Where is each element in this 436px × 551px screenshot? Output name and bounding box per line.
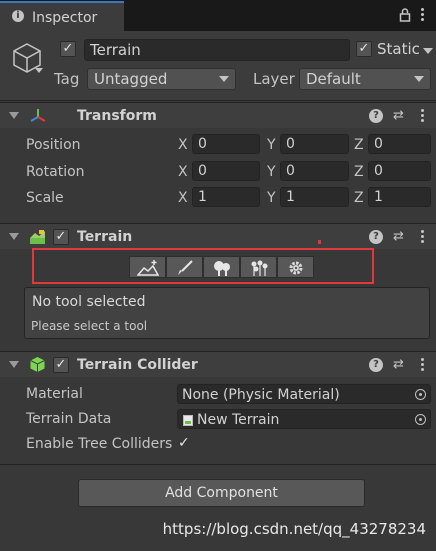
divider bbox=[0, 464, 436, 465]
presets-icon[interactable]: ⇄ bbox=[393, 230, 407, 243]
presets-icon[interactable]: ⇄ bbox=[393, 109, 407, 122]
layer-label: Layer bbox=[253, 70, 295, 88]
foldout-arrow-icon[interactable] bbox=[9, 361, 19, 368]
rotation-label: Rotation bbox=[26, 164, 85, 180]
paint-trees-icon bbox=[213, 261, 230, 276]
collider-cube-icon bbox=[30, 357, 45, 372]
terrain-data-label: Terrain Data bbox=[26, 411, 112, 427]
tab-strip: i Inspector bbox=[0, 0, 436, 31]
scale-z-field[interactable]: 1 bbox=[368, 187, 431, 207]
rotation-z-field[interactable]: 0 bbox=[368, 161, 431, 181]
rotation-y-field[interactable]: 0 bbox=[280, 161, 349, 181]
paint-details-icon bbox=[251, 260, 267, 276]
position-label: Position bbox=[26, 137, 81, 153]
paint-brush-icon bbox=[177, 260, 193, 275]
axis-z-label[interactable]: Z bbox=[354, 191, 364, 205]
axis-z-label[interactable]: Z bbox=[354, 138, 364, 152]
transform-body: Position X 0 Y 0 Z 0 Rotation X 0 Y 0 Z … bbox=[0, 128, 436, 224]
icon-dropdown-caret[interactable] bbox=[35, 68, 43, 73]
layer-value: Default bbox=[306, 70, 361, 88]
terrain-data-value: New Terrain bbox=[197, 412, 280, 428]
tag-dropdown[interactable]: Untagged bbox=[87, 68, 236, 90]
add-component-button[interactable]: Add Component bbox=[78, 479, 365, 507]
lock-icon[interactable] bbox=[399, 8, 411, 22]
terrain-collider-title: Terrain Collider bbox=[77, 357, 198, 373]
axis-x-label[interactable]: X bbox=[178, 191, 188, 205]
tab-title: Inspector bbox=[32, 10, 98, 26]
kebab-menu-icon[interactable] bbox=[421, 230, 425, 244]
transform-title: Transform bbox=[77, 108, 157, 124]
raise-lower-terrain-button[interactable] bbox=[129, 256, 166, 278]
raise-lower-terrain-icon bbox=[136, 260, 159, 276]
transform-axes-icon bbox=[30, 109, 46, 122]
terrain-settings-button[interactable] bbox=[277, 256, 314, 278]
paint-details-button[interactable] bbox=[240, 256, 277, 278]
tree-colliders-checkbox[interactable]: ✓ bbox=[178, 435, 190, 451]
object-picker-icon[interactable] bbox=[415, 414, 426, 425]
active-checkbox[interactable]: ✓ bbox=[60, 41, 76, 57]
terrain-toolbar bbox=[129, 256, 324, 279]
terrain-enabled-checkbox[interactable]: ✓ bbox=[53, 229, 69, 245]
terrain-header[interactable]: ✓ Terrain ? ⇄ bbox=[0, 223, 436, 249]
position-x-field[interactable]: 0 bbox=[192, 134, 260, 154]
terrain-title: Terrain bbox=[77, 229, 133, 245]
material-label: Material bbox=[26, 386, 83, 402]
watermark-text: https://blog.csdn.net/qq_43278234 bbox=[162, 520, 426, 538]
help-icon[interactable]: ? bbox=[369, 230, 383, 244]
terrain-settings-icon bbox=[289, 261, 302, 275]
help-icon[interactable]: ? bbox=[369, 358, 383, 372]
paint-terrain-button[interactable] bbox=[166, 256, 203, 278]
object-picker-icon[interactable] bbox=[415, 389, 426, 400]
highlight-marker bbox=[318, 240, 321, 244]
info-subtitle: Please select a tool bbox=[31, 319, 148, 333]
transform-header[interactable]: Transform ? ⇄ bbox=[0, 102, 436, 128]
name-field[interactable]: Terrain bbox=[84, 39, 350, 61]
tool-info-box: No tool selected Please select a tool bbox=[24, 287, 430, 339]
info-title: No tool selected bbox=[32, 294, 146, 310]
scale-x-field[interactable]: 1 bbox=[192, 187, 260, 207]
collider-enabled-checkbox[interactable]: ✓ bbox=[53, 357, 69, 373]
scale-y-field[interactable]: 1 bbox=[280, 187, 349, 207]
position-y-field[interactable]: 0 bbox=[280, 134, 349, 154]
chevron-down-icon bbox=[414, 76, 424, 82]
inspector-tab[interactable]: i Inspector bbox=[0, 1, 124, 31]
terrain-data-asset-icon bbox=[183, 415, 193, 426]
kebab-menu-icon[interactable] bbox=[421, 8, 425, 22]
kebab-menu-icon[interactable] bbox=[421, 358, 425, 372]
paint-trees-button[interactable] bbox=[203, 256, 240, 278]
help-icon[interactable]: ? bbox=[369, 109, 383, 123]
material-object-field[interactable]: None (Physic Material) bbox=[177, 384, 431, 404]
position-z-field[interactable]: 0 bbox=[368, 134, 431, 154]
axis-y-label[interactable]: Y bbox=[267, 138, 276, 152]
static-label: Static bbox=[377, 40, 420, 58]
scale-label: Scale bbox=[26, 190, 64, 206]
terrain-component-icon bbox=[30, 230, 45, 244]
terrain-collider-header[interactable]: ✓ Terrain Collider ? ⇄ bbox=[0, 351, 436, 377]
chevron-down-icon bbox=[219, 76, 229, 82]
rotation-x-field[interactable]: 0 bbox=[192, 161, 260, 181]
kebab-menu-icon[interactable] bbox=[421, 109, 425, 123]
static-dropdown-caret[interactable] bbox=[423, 48, 433, 54]
enable-tree-colliders-label: Enable Tree Colliders bbox=[26, 437, 173, 451]
axis-y-label[interactable]: Y bbox=[267, 165, 276, 179]
axis-y-label[interactable]: Y bbox=[267, 191, 276, 205]
tag-label: Tag bbox=[54, 70, 80, 88]
gameobject-header: ✓ Terrain ✓ Static Tag Untagged Layer De… bbox=[0, 31, 436, 101]
terrain-data-object-field[interactable]: New Terrain bbox=[177, 409, 431, 429]
foldout-arrow-icon[interactable] bbox=[9, 233, 19, 240]
axis-x-label[interactable]: X bbox=[178, 138, 188, 152]
static-checkbox[interactable]: ✓ bbox=[356, 41, 372, 57]
info-icon: i bbox=[12, 10, 24, 22]
axis-x-label[interactable]: X bbox=[178, 165, 188, 179]
presets-icon[interactable]: ⇄ bbox=[393, 358, 407, 371]
material-value: None (Physic Material) bbox=[182, 387, 340, 403]
foldout-arrow-icon[interactable] bbox=[9, 112, 19, 119]
layer-dropdown[interactable]: Default bbox=[299, 68, 431, 90]
axis-z-label[interactable]: Z bbox=[354, 165, 364, 179]
tag-value: Untagged bbox=[94, 70, 168, 88]
